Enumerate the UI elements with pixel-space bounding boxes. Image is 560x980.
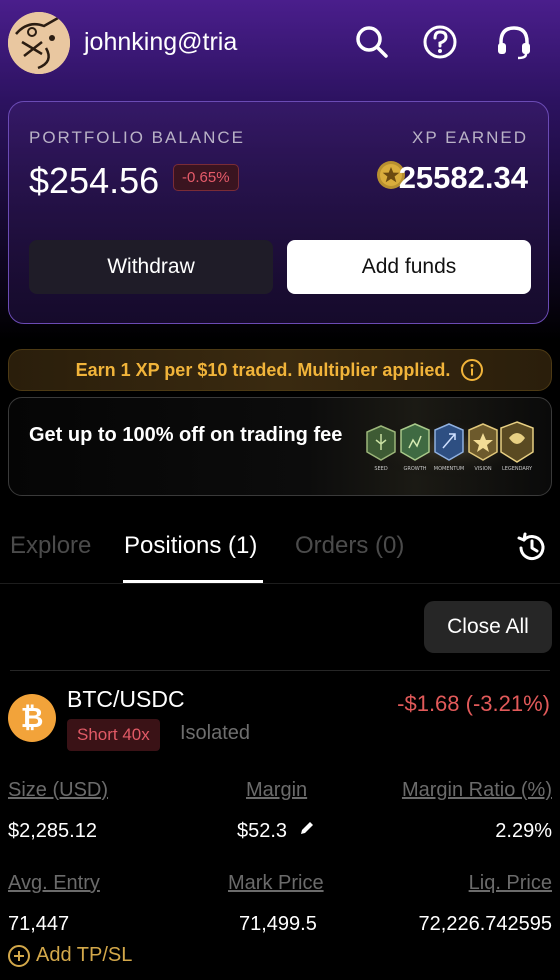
badge-label-momentum: MOMENTUM (434, 466, 465, 472)
btc-coin-icon: ₿ (8, 694, 56, 742)
tab-orders[interactable]: Orders (0) (295, 532, 404, 560)
size-value: $2,285.12 (8, 820, 97, 842)
support-headset-icon[interactable] (494, 22, 534, 62)
margin-mode-label: Isolated (180, 722, 251, 744)
add-tpsl-button[interactable]: Add TP/SL (8, 944, 132, 967)
trading-tabs: Explore Positions (1) Orders (0) (0, 520, 560, 584)
badge-label-growth: GROWTH (403, 466, 426, 472)
add-tpsl-label: Add TP/SL (36, 944, 133, 966)
position-pair[interactable]: BTC/USDC (67, 686, 185, 713)
badge-label-seed: SEED (374, 466, 387, 472)
margin-value: $52.3 (237, 820, 288, 842)
badge-label-legendary: LEGENDARY (502, 466, 533, 472)
xp-earned-label: XP EARNED (412, 128, 528, 147)
position-pnl: -$1.68 (-3.21%) (397, 691, 550, 716)
badge-label-vision: VISION (474, 466, 491, 472)
position-side-badge: Short 40x (67, 719, 160, 751)
add-funds-button[interactable]: Add funds (287, 240, 531, 294)
tier-badges-image: SEED GROWTH MOMENTUM VISION LEGENDARY (361, 418, 541, 478)
fee-discount-promo-banner[interactable]: Get up to 100% off on trading fee SEED G… (8, 397, 552, 496)
mark-price-label[interactable]: Mark Price (228, 872, 324, 895)
portfolio-balance-value: $254.56 (29, 160, 160, 201)
portfolio-card: PORTFOLIO BALANCE XP EARNED $254.56 -0.6… (8, 101, 549, 324)
help-icon[interactable] (420, 22, 460, 62)
divider (10, 670, 550, 671)
add-circle-icon (8, 944, 30, 967)
info-icon[interactable] (460, 358, 484, 382)
liq-price-label[interactable]: Liq. Price (469, 872, 552, 895)
history-icon[interactable] (514, 530, 550, 566)
margin-ratio-value: 2.29% (495, 820, 552, 842)
liq-price-value: 72,226.742595 (418, 913, 552, 935)
xp-info-text: Earn 1 XP per $10 traded. Multiplier app… (75, 359, 451, 380)
tab-positions[interactable]: Positions (1) (124, 532, 257, 560)
xp-earned-value: 25582.34 (398, 160, 528, 195)
app-screen: johnking@tria PORTFOLIO BALANCE XP EARNE… (0, 0, 560, 980)
size-label[interactable]: Size (USD) (8, 779, 108, 802)
search-icon[interactable] (352, 22, 392, 62)
avatar[interactable] (8, 12, 70, 74)
edit-margin-icon[interactable] (298, 819, 316, 837)
tab-explore[interactable]: Explore (10, 532, 91, 560)
promo-text: Get up to 100% off on trading fee (29, 424, 343, 446)
portfolio-balance-label: PORTFOLIO BALANCE (29, 128, 246, 147)
mark-price-value: 71,499.5 (239, 913, 317, 935)
username: johnking@tria (84, 28, 238, 56)
xp-info-banner[interactable]: Earn 1 XP per $10 traded. Multiplier app… (8, 349, 552, 391)
avg-entry-value: 71,447 (8, 913, 70, 935)
margin-ratio-label[interactable]: Margin Ratio (%) (402, 779, 552, 802)
margin-label[interactable]: Margin (246, 779, 307, 802)
active-tab-indicator (123, 580, 263, 583)
balance-change-badge: -0.65% (173, 164, 239, 191)
withdraw-button[interactable]: Withdraw (29, 240, 273, 294)
close-all-button[interactable]: Close All (424, 601, 552, 653)
avg-entry-label[interactable]: Avg. Entry (8, 872, 100, 895)
app-header: johnking@tria (0, 0, 560, 86)
